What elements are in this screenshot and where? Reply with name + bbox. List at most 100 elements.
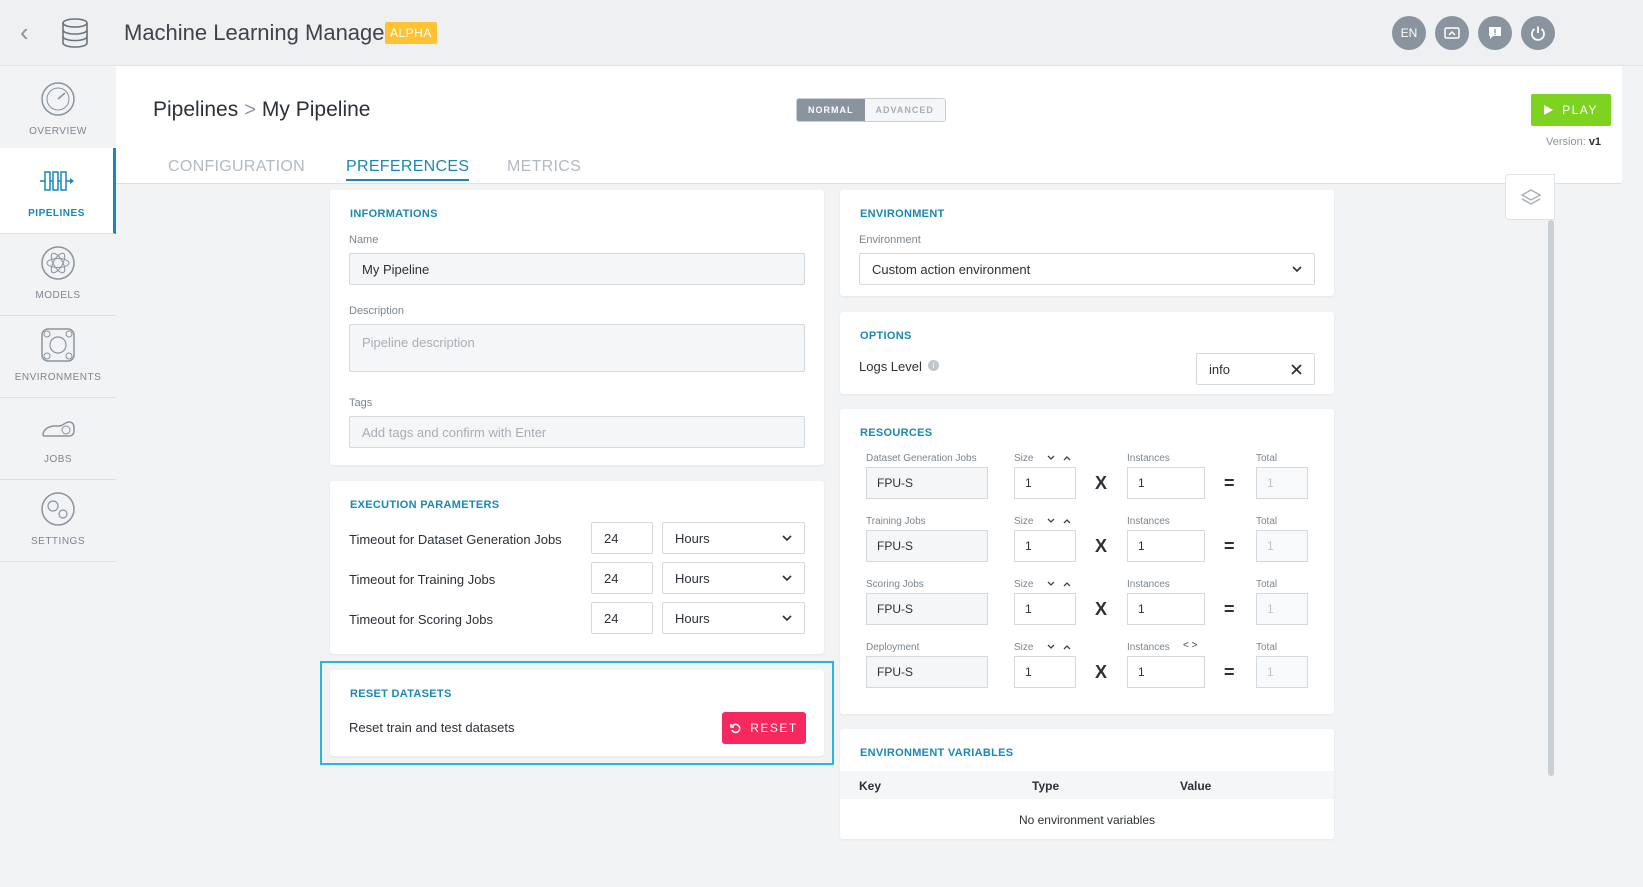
gears-icon [41,492,75,526]
column-type: Type [1032,779,1060,793]
name-input[interactable]: My Pipeline [349,253,805,285]
timeout-label: Timeout for Training Jobs [349,572,496,587]
description-textarea[interactable]: Pipeline description [349,324,805,372]
size-input[interactable]: 1 [1014,467,1076,499]
size-label: Size [1014,453,1034,464]
timeout-unit-select[interactable]: Hours [662,522,805,554]
total-label: Total [1256,516,1278,527]
size-sort-icon[interactable] [1047,454,1071,463]
instances-input[interactable]: 1 [1127,467,1205,499]
multiply-sign: X [1095,536,1108,556]
card-title: ENVIRONMENT [860,208,945,220]
instances-input[interactable]: 1 [1127,593,1205,625]
options-card: OPTIONS Logs Level i info [840,312,1334,394]
size-sort-icon[interactable] [1047,517,1071,526]
breadcrumb-current: My Pipeline [261,98,371,121]
description-label: Description [349,305,405,317]
size-input[interactable]: 1 [1014,530,1076,562]
sidebar-item-settings[interactable]: SETTINGS [0,476,116,562]
timeout-unit-select[interactable]: Hours [662,562,805,594]
timeout-unit-select[interactable]: Hours [662,602,805,634]
total-input: 1 [1256,530,1308,562]
mode-normal-button[interactable]: NORMAL [797,99,865,121]
environment-card: ENVIRONMENT Environment Custom action en… [840,190,1334,296]
screen-share-icon[interactable] [1435,16,1469,50]
breadcrumb-root[interactable]: Pipelines [153,98,238,121]
size-input[interactable]: 1 [1014,656,1076,688]
timeout-value-input[interactable]: 24 [591,562,653,594]
total-label: Total [1256,453,1278,464]
environment-variables-card: ENVIRONMENT VARIABLES Key Type Value No … [840,729,1334,839]
power-icon[interactable] [1521,16,1555,50]
sidebar-item-jobs[interactable]: JOBS [0,394,116,480]
card-title: ENVIRONMENT VARIABLES [860,747,1014,759]
sidebar-item-models[interactable]: MODELS [0,230,116,316]
play-button[interactable]: PLAY [1531,94,1611,126]
mode-advanced-button[interactable]: ADVANCED [864,99,945,121]
resource-type-input[interactable]: FPU-S [866,530,988,562]
empty-state-text: No environment variables [1018,813,1156,827]
environment-select[interactable]: Custom action environment [859,253,1315,285]
chevron-down-icon [782,575,792,582]
app-logo-icon [62,18,88,48]
size-input[interactable]: 1 [1014,593,1076,625]
total-input: 1 [1256,656,1308,688]
info-icon[interactable]: i [928,360,939,371]
horizontal-arrows-icon[interactable]: < > [1183,640,1197,651]
resource-label: Dataset Generation Jobs [866,453,977,464]
mode-toggle[interactable]: NORMAL ADVANCED [796,98,946,122]
feedback-icon[interactable] [1478,16,1512,50]
layers-icon [1520,189,1542,205]
tab-configuration[interactable]: CONFIGURATION [168,158,305,179]
sidebar-item-environments[interactable]: ENVIRONMENTS [0,312,116,398]
sidebar-item-overview[interactable]: OVERVIEW [0,66,116,152]
equals-sign: = [1224,473,1235,493]
timeout-label: Timeout for Scoring Jobs [349,612,494,627]
multiply-sign: X [1095,473,1108,493]
logs-level-select[interactable]: info [1196,353,1315,385]
atom-icon [41,246,75,280]
column-key: Key [859,779,882,793]
chevron-down-icon [782,535,792,542]
logs-level-label: Logs Level [859,359,922,374]
timeout-value-input[interactable]: 24 [591,522,653,554]
total-input: 1 [1256,593,1308,625]
resource-type-input[interactable]: FPU-S [866,467,988,499]
size-sort-icon[interactable] [1047,643,1071,652]
sidebar-item-label: PIPELINES [28,208,85,219]
sidebar-item-pipelines[interactable]: PIPELINES [0,148,116,234]
select-value: info [1209,361,1230,377]
breadcrumb-separator: > [244,99,256,121]
scrollbar[interactable] [1548,220,1554,776]
resource-label: Training Jobs [866,516,926,527]
name-label: Name [349,234,379,246]
tab-metrics[interactable]: METRICS [507,158,581,179]
card-title: EXECUTION PARAMETERS [350,499,500,511]
language-button[interactable]: EN [1392,16,1426,50]
sidebar-item-label: JOBS [43,454,73,465]
instances-input[interactable]: 1 [1127,656,1205,688]
timeout-label: Timeout for Dataset Generation Jobs [349,532,562,547]
version-info: Version: v1 [1546,136,1601,148]
play-label: PLAY [1562,103,1598,117]
back-chevron-icon[interactable]: ‹ [20,19,29,45]
resource-type-input[interactable]: FPU-S [866,593,988,625]
environment-label: Environment [859,234,921,246]
play-icon [1544,105,1554,115]
sidebar: OVERVIEW PIPELINES MODELS ENVIRONMENTS J… [0,66,116,586]
resource-type-input[interactable]: FPU-S [866,656,988,688]
timeout-value-input[interactable]: 24 [591,602,653,634]
tab-preferences[interactable]: PREFERENCES [346,158,470,181]
multiply-sign: X [1095,662,1108,682]
side-panel-toggle[interactable] [1505,174,1555,220]
select-value: Hours [675,530,710,546]
tags-input[interactable]: Add tags and confirm with Enter [349,416,805,448]
size-sort-icon[interactable] [1047,580,1071,589]
jobs-icon [42,421,75,437]
sidebar-item-label: SETTINGS [30,536,85,547]
instances-label: Instances [1127,642,1170,653]
clear-icon[interactable] [1291,363,1302,375]
instances-label: Instances [1127,516,1170,527]
instances-input[interactable]: 1 [1127,530,1205,562]
card-title: OPTIONS [860,330,912,342]
